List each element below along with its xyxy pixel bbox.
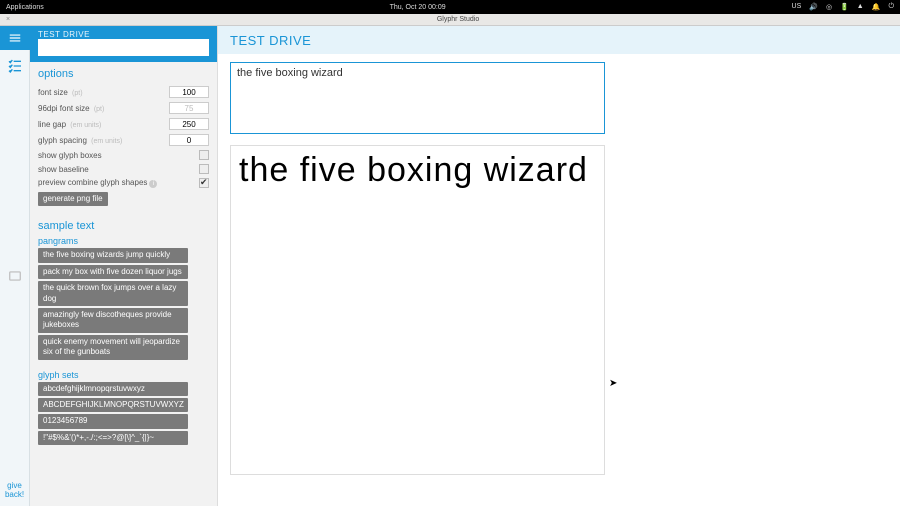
glyphset-button[interactable]: abcdefghijklmnopqrstuvwxyz: [38, 382, 188, 396]
hamburger-menu-button[interactable]: [0, 26, 30, 50]
preview-text: the five boxing wizard: [239, 152, 596, 189]
show-glyph-boxes-label: show glyph boxes: [38, 151, 199, 160]
font-size-row: font size (pt): [38, 84, 209, 100]
main-content: the five boxing wizard the five boxing w…: [218, 54, 900, 506]
controls-sidebar: TEST DRIVE CONTROLS options font size (p…: [30, 26, 218, 506]
up-icon[interactable]: ▲: [857, 3, 864, 11]
dpi-input[interactable]: [169, 102, 209, 114]
line-gap-label: line gap: [38, 120, 66, 129]
hamburger-icon: [8, 31, 22, 45]
line-gap-input[interactable]: [169, 118, 209, 130]
glyph-spacing-row: glyph spacing (em units): [38, 132, 209, 148]
pangram-button[interactable]: amazingly few discotheques provide jukeb…: [38, 308, 188, 333]
pangram-button[interactable]: the quick brown fox jumps over a lazy do…: [38, 281, 188, 306]
main-header: TEST DRIVE: [218, 26, 900, 54]
sidebar-title: CONTROLS: [38, 39, 209, 56]
preview-combine-checkbox[interactable]: [199, 178, 209, 188]
show-baseline-label: show baseline: [38, 165, 199, 174]
os-tray: US 🔊 ◎ 🔋 ▲ 🔔 ⏻: [792, 3, 894, 11]
pangram-button[interactable]: quick enemy movement will jeopardize six…: [38, 335, 188, 360]
screenshot-icon: [8, 269, 22, 283]
options-heading: options: [38, 68, 209, 80]
give-back-link[interactable]: give back!: [5, 475, 24, 506]
battery-icon[interactable]: 🔋: [840, 3, 849, 11]
dpi-label: 96dpi font size: [38, 104, 90, 113]
os-clock: Thu, Oct 20 00:09: [44, 4, 792, 11]
preview-canvas: the five boxing wizard: [230, 145, 605, 475]
notifications-icon[interactable]: 🔔: [872, 3, 881, 11]
main-heading: TEST DRIVE: [230, 33, 311, 48]
glyphset-button[interactable]: !"#$%&'()*+,-./:;<=>?@[\]^_`{|}~: [38, 431, 188, 445]
show-baseline-checkbox[interactable]: [199, 164, 209, 174]
glyphsets-heading: glyph sets: [38, 370, 209, 380]
info-icon[interactable]: i: [149, 180, 157, 188]
tool-rail: give back!: [0, 26, 30, 506]
glyphset-button[interactable]: 0123456789: [38, 414, 188, 428]
options-section: options font size (pt) 96dpi font size (…: [30, 62, 217, 214]
checklist-icon: [7, 58, 23, 74]
sample-text-heading: sample text: [38, 220, 209, 232]
preview-combine-label: preview combine glyph shapes: [38, 178, 147, 187]
test-drive-input[interactable]: the five boxing wizard: [230, 62, 605, 134]
pangram-button[interactable]: the five boxing wizards jump quickly: [38, 248, 188, 262]
screenshot-tool-button[interactable]: [5, 266, 25, 286]
font-size-input[interactable]: [169, 86, 209, 98]
generate-png-button[interactable]: generate png file: [38, 192, 108, 206]
sidebar-subtitle: TEST DRIVE: [38, 30, 209, 39]
sample-text-section: sample text pangrams the five boxing wiz…: [30, 214, 217, 453]
font-size-label: font size: [38, 88, 68, 97]
glyphset-button[interactable]: ABCDEFGHIJKLMNOPQRSTUVWXYZ: [38, 398, 188, 412]
main-area: TEST DRIVE the five boxing wizard the fi…: [218, 26, 900, 506]
window-title: Glyphr Studio: [16, 16, 900, 23]
brightness-icon[interactable]: ◎: [826, 3, 832, 11]
dpi-row: 96dpi font size (pt): [38, 100, 209, 116]
volume-icon[interactable]: 🔊: [809, 3, 818, 11]
checklist-tool-button[interactable]: [5, 56, 25, 76]
window-titlebar: × Glyphr Studio: [0, 14, 900, 26]
keyboard-layout-icon[interactable]: US: [792, 3, 802, 11]
glyph-spacing-label: glyph spacing: [38, 136, 87, 145]
os-topbar: Applications Thu, Oct 20 00:09 US 🔊 ◎ 🔋 …: [0, 0, 900, 14]
line-gap-row: line gap (em units): [38, 116, 209, 132]
show-glyph-boxes-row: show glyph boxes: [38, 148, 209, 162]
pangrams-heading: pangrams: [38, 236, 209, 246]
pangram-button[interactable]: pack my box with five dozen liquor jugs: [38, 265, 188, 279]
close-window-button[interactable]: ×: [0, 16, 16, 23]
glyph-spacing-input[interactable]: [169, 134, 209, 146]
show-baseline-row: show baseline: [38, 162, 209, 176]
power-icon[interactable]: ⏻: [888, 3, 894, 11]
preview-combine-row: preview combine glyph shapesi: [38, 176, 209, 190]
applications-menu[interactable]: Applications: [6, 4, 44, 11]
sidebar-header: TEST DRIVE CONTROLS: [30, 26, 217, 62]
show-glyph-boxes-checkbox[interactable]: [199, 150, 209, 160]
